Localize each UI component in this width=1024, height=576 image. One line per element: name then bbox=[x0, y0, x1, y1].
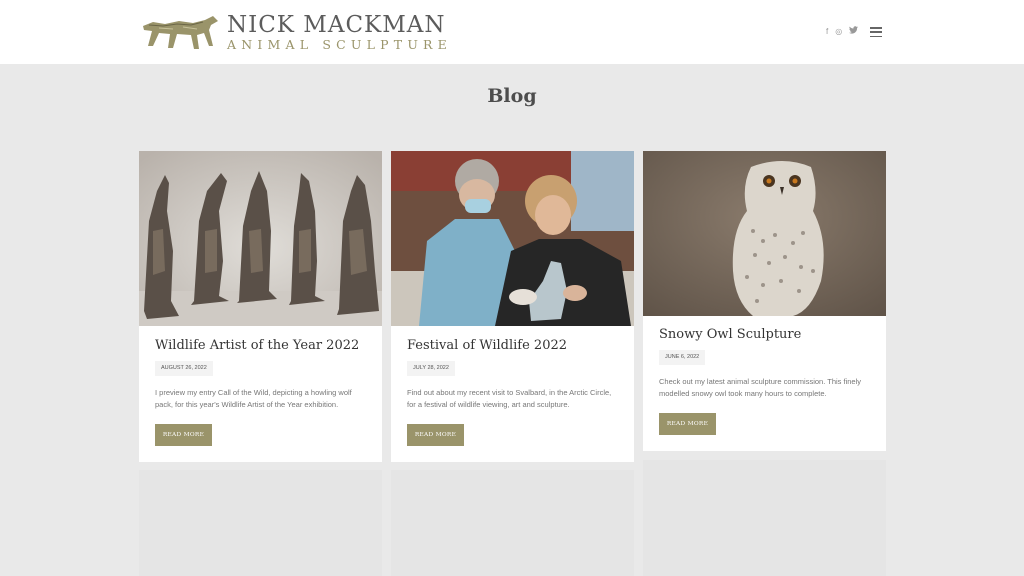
logo-subtitle: ANIMAL SCULPTURE bbox=[227, 37, 452, 52]
faded-post-card bbox=[139, 470, 382, 576]
twitter-icon[interactable] bbox=[849, 26, 859, 38]
post-excerpt: Find out about my recent visit to Svalba… bbox=[407, 388, 612, 409]
page-title: Blog bbox=[487, 85, 537, 107]
post-excerpt: I preview my entry Call of the Wild, dep… bbox=[155, 388, 352, 409]
snowy-owl-image[interactable] bbox=[643, 151, 886, 316]
faded-post-card bbox=[643, 460, 886, 576]
post-date-badge: JUNE 6, 2022 bbox=[659, 350, 706, 365]
facebook-icon[interactable]: f bbox=[826, 26, 828, 38]
festival-sculpting-image[interactable] bbox=[391, 151, 634, 326]
blog-post-card: Festival of Wildlife 2022 JULY 28, 2022 … bbox=[391, 151, 634, 462]
post-excerpt: Check out my latest animal sculpture com… bbox=[659, 377, 862, 398]
blog-post-card: Wildlife Artist of the Year 2022 AUGUST … bbox=[139, 151, 382, 462]
wolf-sculpture-logo-icon bbox=[143, 16, 218, 49]
read-more-button[interactable]: READ MORE bbox=[659, 413, 716, 435]
site-header: NICK MACKMAN ANIMAL SCULPTURE f ◎ bbox=[0, 0, 1024, 64]
blog-post-card: Snowy Owl Sculpture JUNE 6, 2022 Check o… bbox=[643, 151, 886, 451]
post-title[interactable]: Wildlife Artist of the Year 2022 bbox=[155, 338, 359, 353]
post-date-badge: AUGUST 26, 2022 bbox=[155, 361, 213, 376]
hamburger-menu-icon[interactable] bbox=[870, 27, 883, 37]
social-links: f ◎ bbox=[826, 26, 883, 38]
site-logo[interactable]: NICK MACKMAN ANIMAL SCULPTURE bbox=[139, 8, 447, 56]
wolf-sculptures-image[interactable] bbox=[139, 151, 382, 326]
post-title[interactable]: Festival of Wildlife 2022 bbox=[407, 338, 567, 353]
read-more-button[interactable]: READ MORE bbox=[407, 424, 464, 446]
instagram-icon[interactable]: ◎ bbox=[835, 26, 842, 38]
post-date-badge: JULY 28, 2022 bbox=[407, 361, 455, 376]
logo-name: NICK MACKMAN bbox=[227, 12, 446, 38]
read-more-button[interactable]: READ MORE bbox=[155, 424, 212, 446]
post-title[interactable]: Snowy Owl Sculpture bbox=[659, 327, 801, 342]
faded-post-card bbox=[391, 470, 634, 576]
